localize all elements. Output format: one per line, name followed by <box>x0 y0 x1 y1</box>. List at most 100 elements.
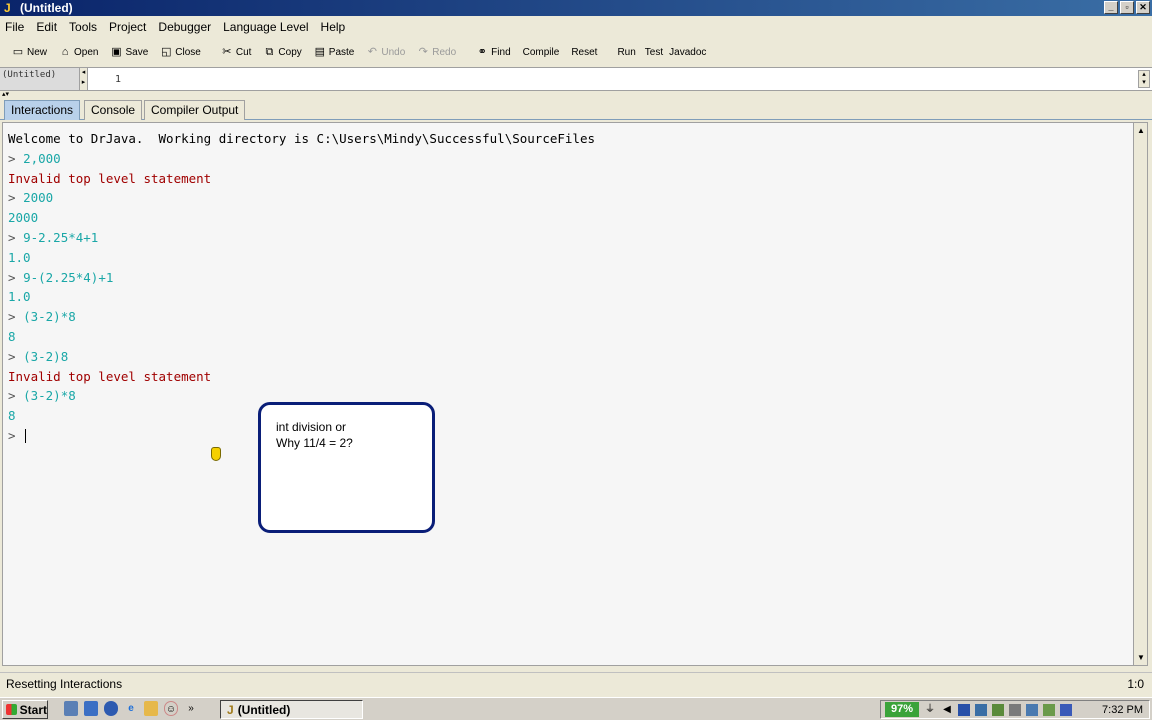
folder-icon[interactable] <box>144 701 158 716</box>
tab-console[interactable]: Console <box>84 100 143 120</box>
interactions-scrollbar[interactable]: ▲ ▼ <box>1133 123 1147 665</box>
output-line: 2000 <box>8 210 39 226</box>
document-splitter[interactable]: ◂ ▸ <box>80 68 88 90</box>
prompt: > <box>8 309 24 325</box>
minimize-button[interactable]: _ <box>1104 1 1118 14</box>
input-text: (3-2)*8 <box>23 309 76 325</box>
menu-project[interactable]: Project <box>109 20 146 34</box>
console-line: > 9-(2.25*4)+1 <box>8 268 595 288</box>
battery-indicator[interactable]: 97% <box>885 702 920 717</box>
paste-button[interactable]: ▤ Paste <box>308 42 361 62</box>
new-file-icon: ▭ <box>12 46 24 58</box>
close-button[interactable]: ◱ Close <box>154 42 207 62</box>
mouse-cursor-highlight-icon <box>211 447 221 461</box>
redo-button[interactable]: ↷ Redo <box>411 42 462 62</box>
menu-file[interactable]: File <box>5 20 24 34</box>
start-label: Start <box>19 702 47 717</box>
monitor-icon[interactable] <box>84 701 98 716</box>
save-disk-icon: ▣ <box>111 46 122 58</box>
clipboard-icon: ▤ <box>314 46 325 58</box>
document-scrollbar[interactable]: ▴ ▾ <box>1138 70 1150 88</box>
save-button[interactable]: ▣ Save <box>104 42 154 62</box>
cut-button[interactable]: ✂ Cut <box>215 42 258 62</box>
input-text: 2,000 <box>23 150 61 166</box>
display-icon[interactable] <box>975 703 988 716</box>
drjava-task-icon: J <box>227 702 234 717</box>
status-bar: Resetting Interactions 1:0 <box>0 672 1152 694</box>
drjava-app-icon: J <box>4 1 11 15</box>
interactions-pane[interactable]: Welcome to DrJava. Working directory is … <box>2 122 1148 666</box>
taskbar-item-untitled[interactable]: J (Untitled) <box>220 700 363 719</box>
internet-explorer-icon[interactable]: e <box>124 701 138 716</box>
copy-button[interactable]: ⧉ Copy <box>257 42 307 62</box>
window-controls: _ ▫ ✕ <box>1104 1 1150 14</box>
compile-button[interactable]: Compile <box>517 42 566 62</box>
output-line: 1.0 <box>8 289 31 305</box>
close-label: Close <box>175 46 201 58</box>
power-icon[interactable]: ⏚ <box>924 704 936 716</box>
menu-help[interactable]: Help <box>321 20 346 34</box>
scroll-up-icon[interactable]: ▲ <box>1135 124 1147 137</box>
open-label: Open <box>74 46 99 58</box>
prompt: > <box>8 190 24 206</box>
new-button[interactable]: ▭ New <box>6 42 53 62</box>
interactions-console[interactable]: Welcome to DrJava. Working directory is … <box>8 129 595 446</box>
usb-icon[interactable] <box>1009 703 1022 716</box>
smiley-icon[interactable]: ☺ <box>164 701 178 716</box>
prompt: > <box>8 388 24 404</box>
toolbar: ▭ New ⌂ Open ▣ Save ◱ Close ✂ Cut ⧉ Copy ▤ Past… <box>0 40 1152 64</box>
scroll-down-icon[interactable]: ▼ <box>1135 651 1147 664</box>
menu-language-level[interactable]: Language Level <box>223 20 308 34</box>
speaker-icon[interactable]: ◀ <box>941 704 953 716</box>
javadoc-button[interactable]: Javadoc <box>666 42 709 62</box>
quick-launch: e ☺ » <box>64 701 198 716</box>
maximize-button[interactable]: ▫ <box>1120 1 1134 14</box>
find-label: Find <box>491 46 511 58</box>
prompt: > <box>8 150 24 166</box>
wireless-icon[interactable] <box>1026 703 1039 716</box>
status-message: Resetting Interactions <box>6 677 123 691</box>
undo-label: Undo <box>381 46 406 58</box>
test-button[interactable]: Test <box>642 42 666 62</box>
reset-button[interactable]: Reset <box>565 42 603 62</box>
close-window-button[interactable]: ✕ <box>1136 1 1150 14</box>
more-quicklaunch-icon[interactable]: » <box>184 701 198 716</box>
find-button[interactable]: ⚭ Find <box>470 42 516 62</box>
run-button[interactable]: Run <box>611 42 641 62</box>
tab-compiler-output[interactable]: Compiler Output <box>144 100 246 120</box>
system-tray: 97% ⏚ ◀ 7:32 PM <box>880 700 1150 719</box>
reset-label: Reset <box>571 46 598 58</box>
prompt: > <box>8 269 24 285</box>
error-line: Invalid top level statement <box>8 368 212 384</box>
menu-tools[interactable]: Tools <box>69 20 97 34</box>
redo-icon: ↷ <box>418 46 428 58</box>
pane-splitter[interactable]: ▴▾ <box>0 91 1152 99</box>
tab-interactions[interactable]: Interactions <box>4 100 81 120</box>
network-icon[interactable] <box>958 703 971 716</box>
menu-debugger[interactable]: Debugger <box>158 20 211 34</box>
prompt: > <box>8 348 24 364</box>
welcome-line: Welcome to DrJava. Working directory is … <box>8 131 595 146</box>
document-list: (Untitled) <box>0 68 80 90</box>
bottom-tabs: Interactions Console Compiler Output <box>0 99 1152 120</box>
menu-edit[interactable]: Edit <box>36 20 57 34</box>
input-text: 9-2.25*4+1 <box>23 229 99 245</box>
test-label: Test <box>644 46 664 58</box>
undo-icon: ↶ <box>367 46 377 58</box>
security-icon[interactable] <box>992 703 1005 716</box>
windows-taskbar: Start e ☺ » J (Untitled) 97% ⏚ ◀ 7:32 PM <box>0 697 1152 720</box>
document-area: (Untitled) ◂ ▸ 1 ▴ ▾ <box>0 67 1152 91</box>
output-line: 8 <box>8 328 16 344</box>
undo-button[interactable]: ↶ Undo <box>360 42 411 62</box>
open-folder-icon: ⌂ <box>61 46 69 58</box>
media-player-icon[interactable] <box>104 701 118 716</box>
start-button[interactable]: Start <box>2 700 48 719</box>
cursor-position: 1:0 <box>1127 677 1144 691</box>
bluetooth-icon[interactable] <box>1060 703 1073 716</box>
show-desktop-icon[interactable] <box>64 701 78 716</box>
console-line: > (3-2)*8 <box>8 307 595 327</box>
update-icon[interactable] <box>1043 703 1056 716</box>
document-list-item[interactable]: (Untitled) <box>2 70 56 80</box>
open-button[interactable]: ⌂ Open <box>53 42 104 62</box>
clock[interactable]: 7:32 PM <box>1102 704 1143 716</box>
